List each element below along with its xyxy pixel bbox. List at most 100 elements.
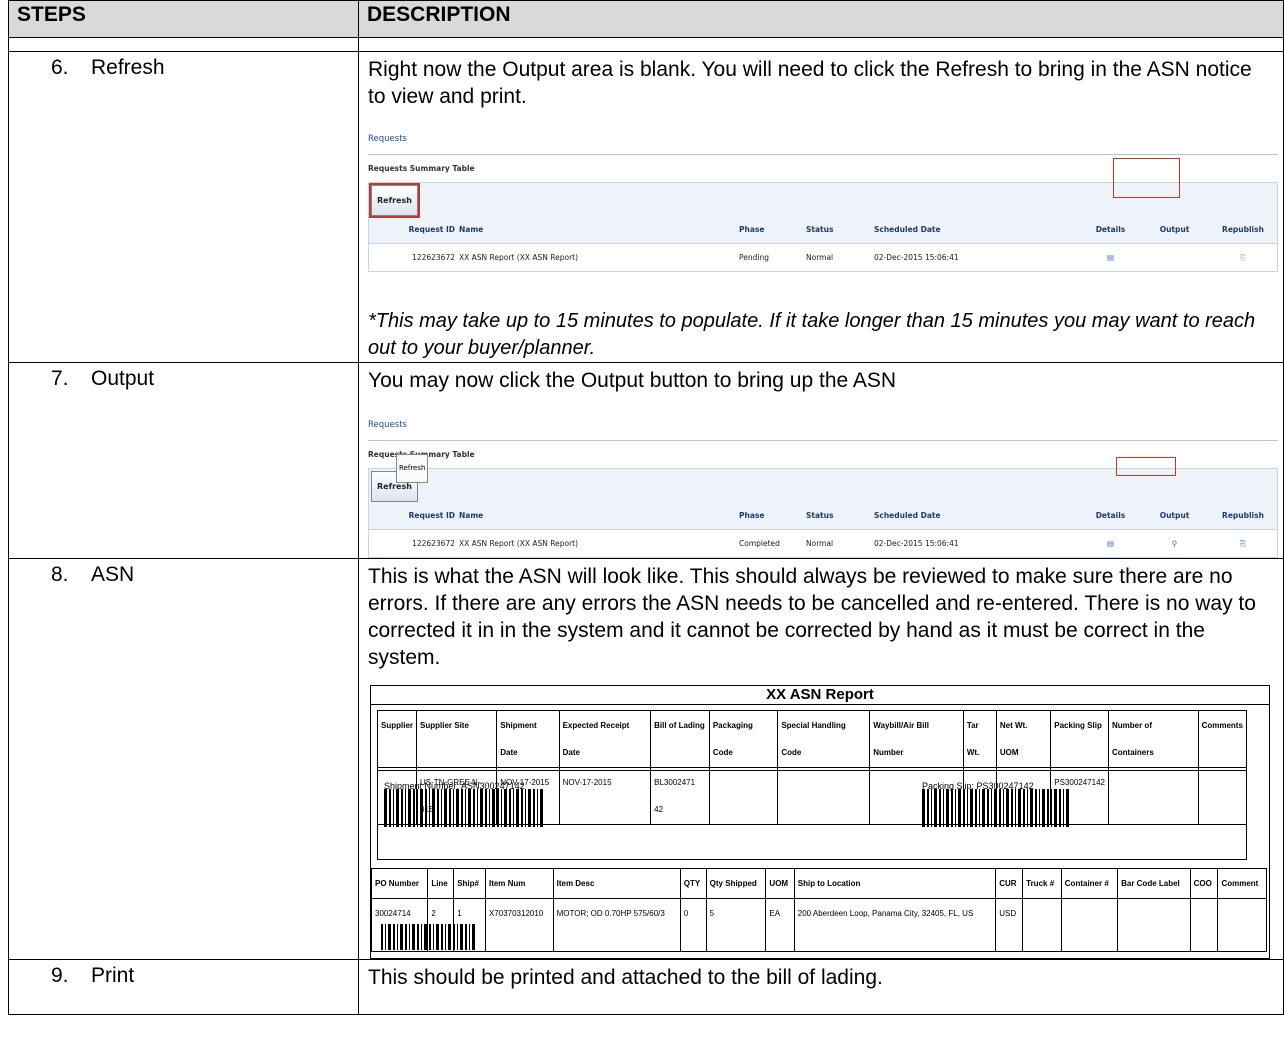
barcode-bar [963,789,965,827]
step-desc-8: This is what the ASN will look like. Thi… [358,558,1284,960]
asn-col-header: CUR [995,868,1024,899]
barcode-bar [408,789,411,827]
barcode-bar [1006,789,1009,827]
barcode-bar [405,789,406,827]
barcode-bar [453,789,454,827]
asn-col-header: Item Desc [552,868,681,899]
step-row-9: 9. Print This should be printed and attac… [8,959,1284,1015]
barcode-bar [441,789,442,827]
output-highlight [1113,158,1180,198]
barcode-bar [388,924,391,950]
step-row-6: 6. Refresh Right now the Output area is b… [8,51,1284,363]
step-row-7: 7. Output You may now click the Output bu… [8,362,1284,559]
asn-col-header: Ship# [453,868,486,899]
barcode-bar [934,789,937,827]
barcode-bar [521,789,523,827]
barcode-bar [1023,789,1025,827]
barcode-bar [967,789,968,827]
barcode-bar [537,789,538,827]
barcode-box: Shipment Number: ASN300247142 Packing Sl… [377,770,1247,860]
barcode-bar [501,789,502,827]
asn-col-header: Number of Containers [1107,710,1199,768]
barcode-bar [1030,789,1033,827]
asn-col-header: Supplier Site [416,710,498,768]
asn-col-header: Shipment Date [496,710,560,768]
barcode-bar [987,789,989,827]
barcode-bar [420,789,423,827]
asn-col-header: Item Num [484,868,554,899]
output-highlight-2 [1116,457,1176,476]
barcode-bar [946,789,949,827]
header-steps: STEPS [8,0,359,38]
barcode-bar [417,789,418,827]
asn-col-header: Qty Shipped [705,868,767,899]
republish-icon[interactable]: ⎘ [1209,243,1277,271]
barcode-bar [469,924,470,950]
barcode-bar [533,789,535,827]
header-description: DESCRIPTION [358,0,1284,38]
asn-cell [1022,898,1062,952]
barcode-bar [425,789,427,827]
asn-col-header: PO Number [370,868,429,899]
barcode-bar [970,789,973,827]
barcode-bar [480,789,483,827]
step-label-9: 9. Print [8,959,359,1015]
asn-cell: X70370312010 [484,898,554,952]
request-table-screenshot-1: Requests Requests Summary Table Refresh … [368,126,1278,272]
barcode-bar [412,924,415,950]
asn-col-header: Special Handling Code [777,710,871,768]
asn-cell: EA [765,898,795,952]
output-icon[interactable]: ⚲ [1140,529,1209,557]
barcode-bar [991,789,992,827]
asn-col-header: UOM [765,868,795,899]
packing-barcode [922,789,1070,827]
step-desc-6: Right now the Output area is blank. You … [358,51,1284,363]
asn-line-table: PO Number Line Ship# Item Num Item Desc QTY Qt… [370,868,1267,952]
asn-col-header: COO [1189,868,1219,899]
refresh-tooltip: Refresh [396,454,429,483]
asn-col-header: Line [427,868,455,899]
asn-col-header: Comments [1197,710,1248,768]
asn-col-header: QTY [679,868,707,899]
barcode-bar [1051,789,1052,827]
barcode-bar [927,789,929,827]
barcode-bar [436,924,439,950]
barcode-bar [1042,789,1045,827]
barcode-bar [413,789,415,827]
barcode-bar [516,789,519,827]
asn-col-header: Truck # [1022,868,1062,899]
barcode-bar [1018,789,1021,827]
asn-cell: 0 [679,898,707,952]
step-label-6: 6. Refresh [8,51,359,363]
asn-col-header: Expected Receipt Date [558,710,652,768]
barcode-bar [457,924,458,950]
barcode-bar [385,924,386,950]
barcode-bar [931,789,932,827]
barcode-bar [477,789,478,827]
barcode-bar [393,924,395,950]
barcode-bar [453,924,455,950]
barcode-bar [389,789,391,827]
barcode-bar [1047,789,1049,827]
refresh-button[interactable]: Refresh [369,183,420,218]
barcode-bar [409,924,410,950]
barcode-bar [417,924,419,950]
asn-cell: MOTOR; OD 0.70HP 575/60/3 [552,898,681,952]
barcode-bar [1063,789,1064,827]
barcode-bar [509,789,511,827]
empty-row [8,37,1284,52]
barcode-bar [540,789,543,827]
details-icon[interactable]: ▤ [1081,243,1140,271]
asn-col-header: Supplier [376,710,418,768]
request-table-screenshot-2: Requests Requests Summary Table Refresh … [368,412,1278,558]
barcode-bar [1011,789,1013,827]
barcode-bar [401,789,403,827]
barcode-bar [1003,789,1004,827]
asn-col-header: Tar Wt. [962,710,997,768]
republish-icon-2[interactable]: ⎘ [1209,529,1277,557]
barcode-bar [994,789,997,827]
step-text-7: You may now click the Output button to b… [368,369,897,392]
barcode-bar [979,789,980,827]
asn-report-screenshot: XX ASN Report Supplier Supplier Site Shipm… [370,685,1270,959]
details-icon-2[interactable]: ▤ [1081,529,1140,557]
